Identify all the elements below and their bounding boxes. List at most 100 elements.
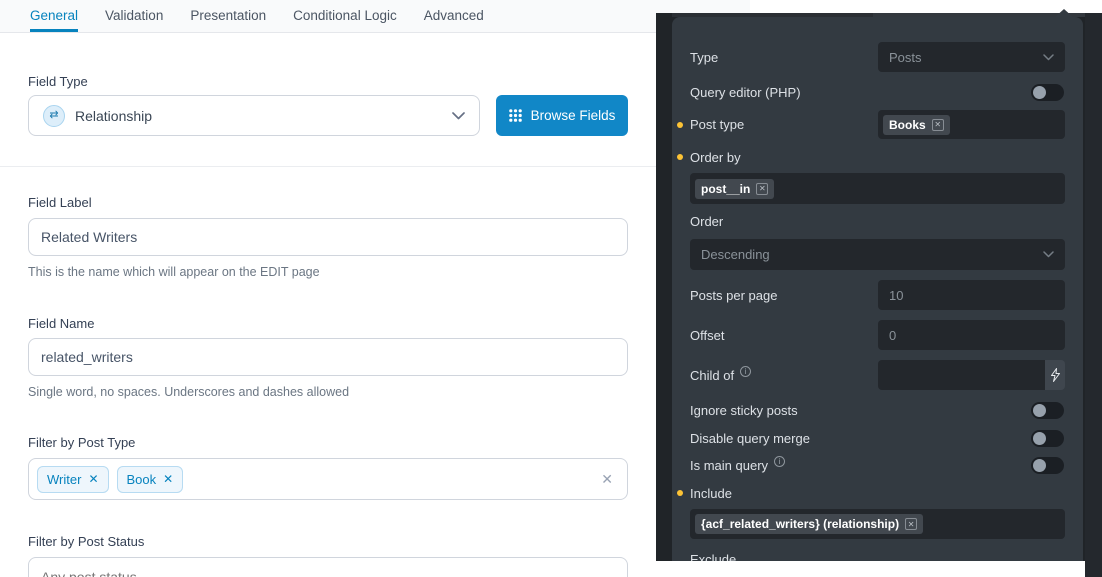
filter-post-status-label: Filter by Post Status: [28, 534, 144, 549]
remove-tag-icon[interactable]: ✕: [932, 119, 944, 131]
order-by-tag: post__in ✕: [695, 179, 774, 199]
disable-query-merge-label: Disable query merge: [690, 431, 810, 446]
field-name-label: Field Name: [28, 316, 94, 331]
info-icon[interactable]: i: [740, 366, 751, 377]
include-input[interactable]: {acf_related_writers} (relationship) ✕: [690, 509, 1065, 539]
post-type-tag: Books ✕: [883, 115, 950, 135]
type-value: Posts: [889, 50, 1043, 65]
field-label-help: This is the name which will appear on th…: [28, 265, 320, 279]
order-by-label: Order by: [690, 150, 741, 165]
grid-icon: [509, 109, 522, 122]
filter-post-type-input[interactable]: Writer ✕ Book ✕ ✕: [28, 458, 628, 500]
field-type-label: Field Type: [28, 74, 88, 89]
posts-per-page-input[interactable]: [878, 280, 1065, 310]
offset-label: Offset: [690, 328, 724, 343]
required-dot: [677, 490, 683, 496]
post-type-input[interactable]: Books ✕: [878, 110, 1065, 139]
posts-per-page-label: Posts per page: [690, 288, 777, 303]
ignore-sticky-toggle[interactable]: [1031, 402, 1064, 419]
child-of-input[interactable]: [878, 360, 1045, 390]
row-disable-merge: Disable query merge: [672, 428, 1083, 448]
remove-tag-icon[interactable]: ✕: [905, 518, 917, 530]
tab-conditional-logic[interactable]: Conditional Logic: [293, 0, 397, 32]
child-of-label: Child of: [690, 368, 734, 383]
row-type: Type Posts: [672, 42, 1083, 72]
row-order-by-input: post__in ✕: [672, 173, 1083, 204]
field-label-input[interactable]: [28, 218, 628, 256]
lightning-icon: [1050, 368, 1061, 382]
builder-right-strip: [1085, 13, 1102, 577]
field-label-label: Field Label: [28, 195, 92, 210]
row-order-by-label: Order by: [672, 147, 1083, 167]
browse-fields-button[interactable]: Browse Fields: [496, 95, 628, 136]
type-select[interactable]: Posts: [878, 42, 1065, 72]
query-editor-label: Query editor (PHP): [690, 85, 801, 100]
tab-advanced[interactable]: Advanced: [424, 0, 484, 32]
remove-tag-icon[interactable]: ✕: [756, 183, 768, 195]
post-type-label: Post type: [690, 117, 744, 132]
field-type-select[interactable]: ⇄ Relationship: [28, 95, 480, 136]
required-dot: [677, 154, 683, 160]
is-main-query-label: Is main query: [690, 458, 768, 473]
query-settings-popup: Type Posts Query editor (PHP) Post type …: [672, 17, 1083, 561]
row-exclude-label: Exclude: [672, 549, 1083, 561]
row-offset: Offset: [672, 320, 1083, 350]
remove-tag-icon[interactable]: ✕: [163, 472, 173, 486]
tab-validation[interactable]: Validation: [105, 0, 163, 32]
is-main-query-toggle[interactable]: [1031, 457, 1064, 474]
offset-input[interactable]: [878, 320, 1065, 350]
query-editor-toggle[interactable]: [1031, 84, 1064, 101]
tag-label: Books: [889, 118, 926, 132]
chevron-down-icon: [1043, 54, 1054, 61]
tag-label: Writer: [47, 472, 81, 487]
info-icon[interactable]: i: [774, 456, 785, 467]
order-label: Order: [690, 214, 723, 229]
tag-label: {acf_related_writers} (relationship): [701, 517, 899, 531]
row-is-main-query: Is main query i: [672, 455, 1083, 475]
order-select[interactable]: Descending: [690, 239, 1065, 270]
ignore-sticky-label: Ignore sticky posts: [690, 403, 798, 418]
include-tag: {acf_related_writers} (relationship) ✕: [695, 514, 923, 534]
row-include-input: {acf_related_writers} (relationship) ✕: [672, 509, 1083, 539]
section-divider: [0, 166, 656, 167]
field-name-input[interactable]: [28, 338, 628, 376]
row-ignore-sticky: Ignore sticky posts: [672, 400, 1083, 420]
chevron-down-icon: [1043, 251, 1054, 258]
tag-label: Book: [127, 472, 157, 487]
toggle-knob: [1033, 86, 1046, 99]
row-posts-per-page: Posts per page: [672, 280, 1083, 310]
disable-query-merge-toggle[interactable]: [1031, 430, 1064, 447]
field-name-help: Single word, no spaces. Underscores and …: [28, 385, 349, 399]
relationship-icon: ⇄: [43, 105, 65, 127]
tab-general[interactable]: General: [30, 0, 78, 32]
filter-post-type-label: Filter by Post Type: [28, 435, 135, 450]
row-order-label: Order: [672, 211, 1083, 231]
exclude-label: Exclude: [690, 552, 736, 562]
row-include-label: Include: [672, 483, 1083, 503]
row-order-select: Descending: [672, 239, 1083, 270]
toggle-knob: [1033, 404, 1046, 417]
toggle-knob: [1033, 459, 1046, 472]
post-type-tag-writer: Writer ✕: [37, 466, 109, 493]
field-type-value: Relationship: [75, 108, 442, 124]
acf-tab-bar: General Validation Presentation Conditio…: [0, 0, 750, 33]
order-by-input[interactable]: post__in ✕: [690, 173, 1065, 204]
row-post-type: Post type Books ✕: [672, 110, 1083, 139]
dynamic-data-button[interactable]: [1045, 360, 1065, 390]
tab-presentation[interactable]: Presentation: [190, 0, 266, 32]
clear-all-icon[interactable]: ✕: [601, 471, 613, 488]
post-type-tag-book: Book ✕: [117, 466, 184, 493]
toggle-knob: [1033, 432, 1046, 445]
type-label: Type: [690, 50, 718, 65]
chevron-down-icon: [452, 112, 465, 120]
filter-post-status-input[interactable]: [28, 557, 628, 577]
screen: General Validation Presentation Conditio…: [0, 0, 1102, 577]
order-value: Descending: [701, 247, 1043, 262]
row-query-editor: Query editor (PHP): [672, 82, 1083, 102]
tag-label: post__in: [701, 182, 750, 196]
row-child-of: Child of i: [672, 360, 1083, 390]
include-label: Include: [690, 486, 732, 501]
required-dot: [677, 122, 683, 128]
remove-tag-icon[interactable]: ✕: [88, 472, 98, 486]
browse-fields-label: Browse Fields: [531, 108, 616, 123]
